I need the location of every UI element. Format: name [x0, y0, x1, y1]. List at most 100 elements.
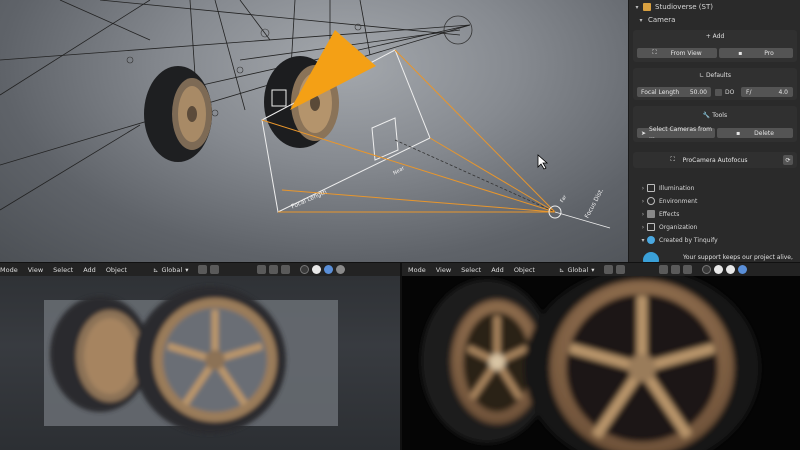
- visibility-icon[interactable]: [257, 265, 267, 274]
- wrench-icon: 🔧: [702, 112, 713, 119]
- axis-icon: ⊾: [558, 265, 565, 274]
- section-created-by[interactable]: ▾ Created by Tinquify: [639, 234, 718, 246]
- gizmo-icon[interactable]: [671, 265, 681, 274]
- object-menu[interactable]: Object: [106, 266, 127, 274]
- from-view-button[interactable]: ⛶ From View: [637, 48, 717, 58]
- snap-tools[interactable]: [604, 265, 626, 274]
- view-menu[interactable]: View: [28, 266, 43, 274]
- shading-modes[interactable]: [300, 265, 346, 274]
- material-shading-icon[interactable]: [726, 265, 736, 274]
- chevron-right-icon[interactable]: ›: [639, 211, 647, 218]
- axis-icon: ⊾: [152, 265, 159, 274]
- effects-icon: [647, 210, 655, 218]
- pro-button[interactable]: ▪ Pro: [719, 48, 793, 58]
- orientation-dropdown[interactable]: ⊾ Global ▾: [559, 266, 594, 274]
- refresh-icon[interactable]: ⟳: [783, 155, 793, 165]
- tree-root-row[interactable]: ▾ Studioverse (ST): [633, 1, 800, 13]
- frame-icon: ⛶: [652, 49, 657, 56]
- scene-canvas: [0, 0, 611, 229]
- section-organization[interactable]: › Organization: [639, 221, 697, 233]
- left-viewport-header: Mode View Select Add Object ⊾ Global ▾: [0, 262, 400, 276]
- cursor-icon: ➤: [641, 129, 647, 137]
- select-cameras-button[interactable]: ➤ Select Cameras from ...: [637, 126, 715, 140]
- camera-icon: ▪: [738, 49, 743, 57]
- section-illumination[interactable]: › Illumination: [639, 182, 694, 194]
- support-text: Your support keeps our project alive,: [683, 254, 793, 261]
- select-menu[interactable]: Select: [53, 266, 73, 274]
- camera-preview-canvas: [44, 286, 338, 434]
- render-preview-canvas: [421, 276, 760, 450]
- solid-shading-icon[interactable]: [312, 265, 322, 274]
- fstop-field[interactable]: F/4.0: [741, 87, 793, 97]
- rendered-shading-icon[interactable]: [738, 265, 748, 274]
- overlay-icon[interactable]: [683, 265, 693, 274]
- defaults-label: Defaults: [705, 72, 731, 79]
- link-icon[interactable]: [604, 265, 614, 274]
- mode-menu[interactable]: Mode: [0, 266, 18, 274]
- properties-panel: ▾ Studioverse (ST) ▾ Camera + Add ⛶ From …: [628, 0, 800, 262]
- chevron-down-icon[interactable]: ▾: [639, 237, 647, 244]
- snap-icon[interactable]: [616, 265, 626, 274]
- overlay-icon[interactable]: [281, 265, 291, 274]
- globe-icon: [647, 197, 655, 205]
- scene-icon: [643, 3, 651, 11]
- chevron-down-icon[interactable]: ▾: [637, 17, 645, 24]
- autofocus-button[interactable]: ⛶ ProCamera Autofocus: [637, 155, 781, 165]
- tree-root-label: Studioverse (ST): [655, 3, 713, 11]
- add-menu[interactable]: Add: [83, 266, 96, 274]
- chevron-right-icon[interactable]: ›: [639, 224, 647, 231]
- right-viewport-header: Mode View Select Add Object ⊾ Global ▾: [402, 262, 800, 276]
- chevron-down-icon: ▾: [185, 265, 189, 274]
- autofocus-section: ⛶ ProCamera Autofocus ⟳: [633, 152, 797, 168]
- focus-icon: ⛶: [670, 156, 675, 163]
- tinquify-icon: [647, 236, 655, 244]
- mode-menu[interactable]: Mode: [408, 266, 426, 274]
- shading-modes[interactable]: [702, 265, 748, 274]
- add-section: + Add ⛶ From View ▪ Pro: [633, 30, 797, 62]
- add-menu[interactable]: Add: [491, 266, 504, 274]
- light-icon: [647, 184, 655, 192]
- camera-icon: ▪: [736, 129, 741, 137]
- material-shading-icon[interactable]: [324, 265, 334, 274]
- solid-shading-icon[interactable]: [714, 265, 724, 274]
- overlay-tools[interactable]: [257, 265, 291, 274]
- chevron-right-icon[interactable]: ›: [639, 185, 647, 192]
- section-environment[interactable]: › Environment: [639, 195, 697, 207]
- snap-tools[interactable]: [198, 265, 220, 274]
- wireframe-shading-icon[interactable]: [300, 265, 310, 274]
- dof-toggle[interactable]: DO: [715, 87, 734, 97]
- avatar: [643, 252, 659, 262]
- rendered-wheels: [421, 276, 760, 450]
- camera-row[interactable]: ▾ Camera: [637, 14, 800, 26]
- view-menu[interactable]: View: [436, 266, 451, 274]
- plus-icon: +: [705, 33, 713, 40]
- mouse-cursor-icon: [537, 154, 549, 170]
- tools-label: Tools: [712, 112, 728, 119]
- bottom-left-viewport[interactable]: [0, 276, 400, 450]
- defaults-section: ∟ Defaults Focal Length 50.00 DO F/4.0: [633, 68, 797, 100]
- tools-section: 🔧 Tools ➤ Select Cameras from ... ▪ Delete: [633, 106, 797, 142]
- angle-icon: ∟: [699, 72, 706, 79]
- delete-button[interactable]: ▪ Delete: [717, 128, 793, 138]
- tire-left[interactable]: [144, 66, 212, 162]
- guide-lines: [0, 0, 471, 211]
- link-icon[interactable]: [198, 265, 208, 274]
- chevron-right-icon[interactable]: ›: [639, 198, 647, 205]
- overlay-tools[interactable]: [659, 265, 693, 274]
- select-menu[interactable]: Select: [461, 266, 481, 274]
- chevron-down-icon[interactable]: ▾: [633, 4, 641, 11]
- top-3d-viewport[interactable]: Focal Length Focus Dist. Near Far: [0, 0, 628, 262]
- folder-icon: [647, 223, 655, 231]
- camera-label: Camera: [648, 16, 676, 24]
- checkbox[interactable]: [715, 88, 722, 96]
- focal-length-field[interactable]: Focal Length 50.00: [637, 87, 711, 97]
- orientation-dropdown[interactable]: ⊾ Global ▾: [153, 266, 188, 274]
- bottom-right-viewport[interactable]: [402, 276, 800, 450]
- rendered-shading-icon[interactable]: [336, 265, 346, 274]
- visibility-icon[interactable]: [659, 265, 669, 274]
- snap-icon[interactable]: [210, 265, 220, 274]
- wireframe-shading-icon[interactable]: [702, 265, 712, 274]
- gizmo-icon[interactable]: [269, 265, 279, 274]
- object-menu[interactable]: Object: [514, 266, 535, 274]
- section-effects[interactable]: › Effects: [639, 208, 679, 220]
